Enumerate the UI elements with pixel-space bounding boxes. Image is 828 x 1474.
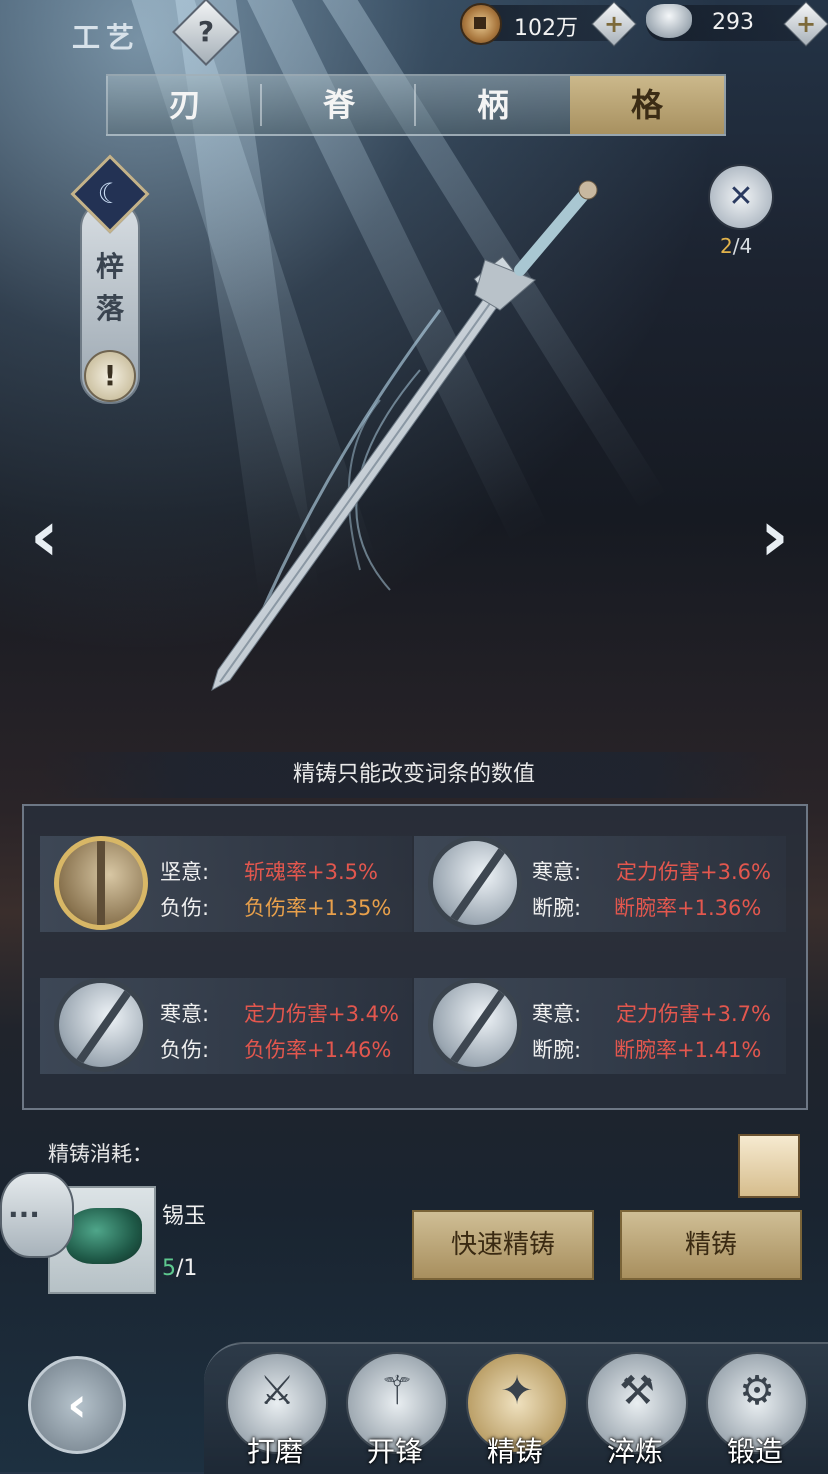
material-owned: 5 bbox=[162, 1256, 176, 1281]
stat-value: 定力伤害+3.4% bbox=[244, 1002, 399, 1026]
material-required: 1 bbox=[183, 1256, 198, 1281]
stat-label: 坚意: bbox=[160, 860, 210, 884]
tab-handle[interactable]: 柄 bbox=[416, 76, 570, 134]
skill-count-total: 4 bbox=[739, 234, 753, 258]
material-count: 5/1 bbox=[162, 1256, 197, 1281]
gem-icon bbox=[428, 836, 522, 930]
stat-label: 寒意: bbox=[160, 1002, 210, 1026]
tab-blade[interactable]: 刃 bbox=[108, 76, 262, 134]
nav-sharpen-label: 开锋 bbox=[366, 1435, 423, 1468]
gem-icon bbox=[54, 978, 148, 1072]
chevron-left-icon: ‹ bbox=[30, 495, 59, 577]
nav-grind-label: 打磨 bbox=[246, 1435, 303, 1468]
refine-notice: 精铸只能改变词条的数值 bbox=[40, 752, 788, 798]
part-tabs: 刃 脊 柄 格 bbox=[106, 74, 726, 136]
back-arrow-icon: ‹ bbox=[67, 1377, 87, 1433]
chevron-right-icon: › bbox=[760, 495, 789, 577]
temper-icon: ⚒ bbox=[619, 1368, 655, 1414]
previous-weapon-button[interactable]: ‹ bbox=[30, 495, 59, 577]
nav-forge-label: 锻造 bbox=[726, 1435, 783, 1468]
sword-illustration bbox=[211, 180, 598, 692]
next-weapon-button[interactable]: › bbox=[760, 495, 789, 577]
back-button[interactable]: ‹ bbox=[28, 1356, 126, 1454]
stat-value: 断腕率+1.36% bbox=[614, 896, 762, 920]
refine-button[interactable]: 精铸 bbox=[620, 1210, 802, 1280]
tab-guard[interactable]: 格 bbox=[570, 76, 724, 134]
swords-icon: ✕ bbox=[728, 179, 754, 214]
copper-amount: 102万 bbox=[514, 16, 578, 41]
info-exclaim-button[interactable]: ! bbox=[84, 350, 136, 402]
nav-temper-label: 淬炼 bbox=[606, 1435, 663, 1468]
anvil-icon: ⚙ bbox=[739, 1368, 775, 1414]
sharpen-icon: ⚚ bbox=[379, 1368, 415, 1414]
refine-icon: ✦ bbox=[500, 1368, 534, 1414]
weapon-name-text: 梓落 bbox=[95, 250, 124, 325]
selected-gem-icon bbox=[54, 836, 148, 930]
stat-value: 斩魂率+3.5% bbox=[244, 860, 378, 884]
question-icon: ? bbox=[197, 15, 215, 49]
skill-badge-button[interactable]: ✕ bbox=[708, 164, 774, 230]
nav-refine-label: 精铸 bbox=[486, 1435, 543, 1468]
plus-icon: + bbox=[795, 10, 817, 38]
chat-bubble-icon: ··· bbox=[8, 1198, 40, 1231]
quick-refine-button[interactable]: 快速精铸 bbox=[412, 1210, 594, 1280]
stat-value: 断腕率+1.41% bbox=[614, 1038, 762, 1062]
moon-icon: ☾ bbox=[97, 177, 123, 210]
skill-count-current: 2 bbox=[720, 234, 733, 258]
lantern-icon[interactable] bbox=[738, 1134, 800, 1198]
stat-value: 定力伤害+3.7% bbox=[616, 1002, 771, 1026]
stat-value: 负伤率+1.35% bbox=[244, 896, 392, 920]
stat-value: 负伤率+1.46% bbox=[244, 1038, 392, 1062]
silver-amount: 293 bbox=[712, 10, 754, 35]
chat-button[interactable]: ··· bbox=[0, 1172, 74, 1258]
cost-title: 精铸消耗： bbox=[48, 1142, 153, 1166]
stat-label: 寒意: bbox=[532, 1002, 582, 1026]
copper-coin-icon bbox=[460, 3, 502, 45]
stat-label: 负伤: bbox=[160, 1038, 210, 1062]
grind-icon: ⚔ bbox=[259, 1368, 295, 1414]
gem-icon bbox=[428, 978, 522, 1072]
skill-count: 2/4 bbox=[720, 234, 752, 258]
silver-ingot-icon bbox=[646, 4, 692, 38]
stat-label: 断腕: bbox=[532, 1038, 582, 1062]
stat-label: 断腕: bbox=[532, 896, 582, 920]
plus-icon: + bbox=[603, 10, 625, 38]
stat-label: 负伤: bbox=[160, 896, 210, 920]
tab-spine[interactable]: 脊 bbox=[262, 76, 416, 134]
stat-value: 定力伤害+3.6% bbox=[616, 860, 771, 884]
help-button[interactable]: ? bbox=[172, 0, 240, 66]
stat-label: 寒意: bbox=[532, 860, 582, 884]
weapon-name: 梓落 bbox=[82, 246, 138, 330]
material-name: 锡玉 bbox=[162, 1204, 207, 1229]
page-title: 工艺 bbox=[72, 21, 141, 54]
jade-stone-icon bbox=[66, 1208, 142, 1264]
